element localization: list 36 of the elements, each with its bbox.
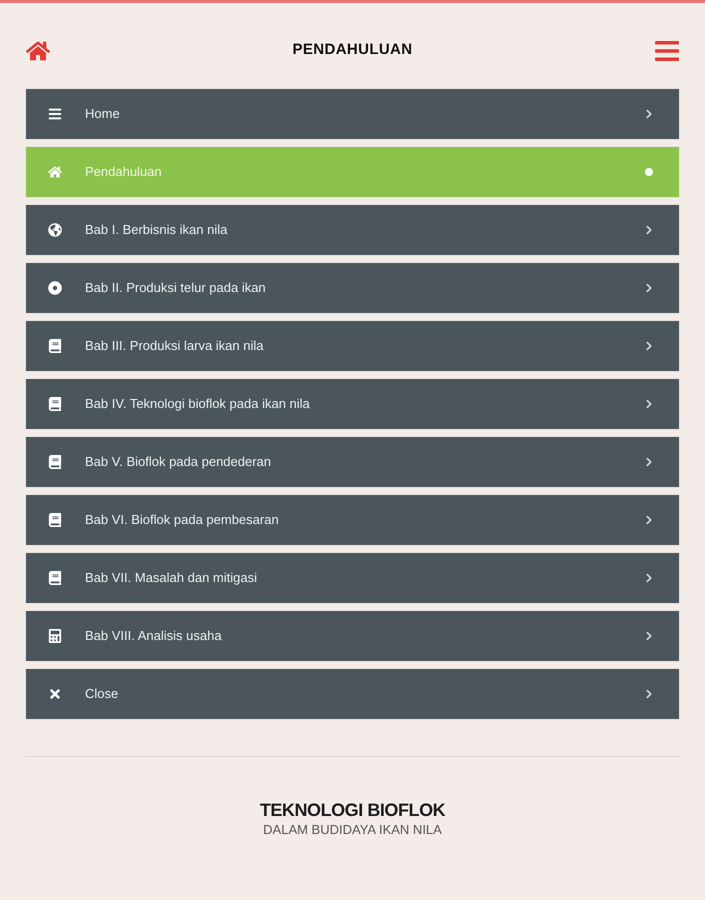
chevron-right-icon [645, 399, 653, 409]
menu-icon[interactable] [655, 40, 679, 60]
menu-item[interactable]: Bab II. Produksi telur pada ikan [25, 262, 680, 314]
footer-subtitle: DALAM BUDIDAYA IKAN NILA [263, 821, 442, 839]
menu-item[interactable]: Bab I. Berbisnis ikan nila [25, 204, 680, 256]
menu-item[interactable]: Home [25, 88, 680, 140]
book-icon [48, 513, 62, 527]
close-icon [48, 687, 62, 701]
chevron-right-icon [645, 457, 653, 467]
book-icon [48, 397, 62, 411]
menu-item[interactable]: Close [25, 668, 680, 720]
menu-item[interactable]: Bab V. Bioflok pada pendederan [25, 436, 680, 488]
chevron-right-icon [645, 515, 653, 525]
book-icon [48, 455, 62, 469]
book-icon [48, 571, 62, 585]
chevron-right-icon [645, 225, 653, 235]
chevron-right-icon [645, 109, 653, 119]
menu-item[interactable]: Bab VIII. Analisis usaha [25, 610, 680, 662]
chevron-right-icon [645, 689, 653, 699]
chevron-right-icon [645, 341, 653, 351]
chevron-right-icon [645, 631, 653, 641]
footer-title: TEKNOLOGI BIOFLOK [260, 799, 446, 821]
menu-item[interactable]: Bab VI. Bioflok pada pembesaran [25, 494, 680, 546]
calculator-icon [48, 629, 62, 643]
target-icon [48, 281, 62, 295]
home-icon[interactable] [26, 40, 50, 62]
globe-icon [48, 223, 62, 237]
chevron-right-icon [645, 283, 653, 293]
menu-item[interactable]: Bab III. Produksi larva ikan nila [25, 320, 680, 372]
menu-item[interactable]: Bab IV. Teknologi bioflok pada ikan nila [25, 378, 680, 430]
page-title: PENDAHULUAN [292, 40, 412, 60]
house-icon [48, 165, 62, 179]
chevron-right-icon [645, 573, 653, 583]
book-icon [48, 339, 62, 353]
menu-icon [48, 107, 62, 121]
menu-item[interactable]: Bab VII. Masalah dan mitigasi [25, 552, 680, 604]
